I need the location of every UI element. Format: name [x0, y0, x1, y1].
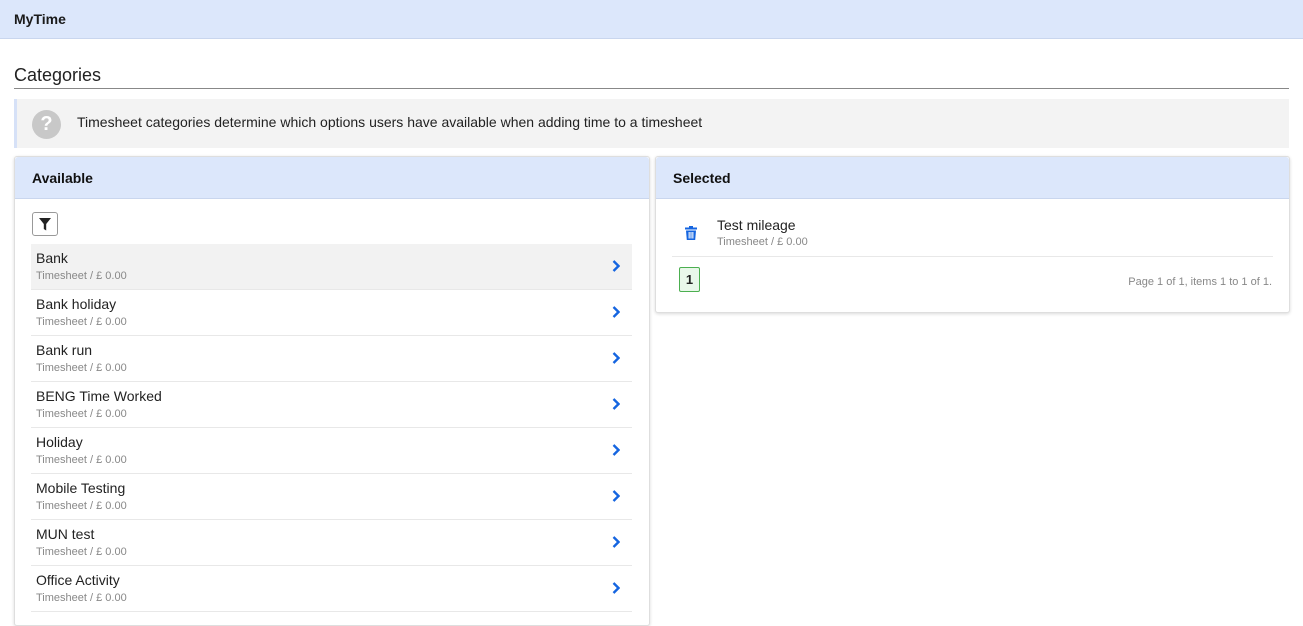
chevron-right-icon[interactable] — [612, 306, 620, 318]
item-meta: Timesheet / £ 0.00 — [36, 546, 127, 558]
list-item[interactable]: MUN test Timesheet / £ 0.00 — [31, 520, 632, 566]
item-name: Holiday — [36, 434, 83, 450]
info-text: Timesheet categories determine which opt… — [77, 114, 703, 130]
item-name: BENG Time Worked — [36, 388, 162, 404]
info-banner: ? Timesheet categories determine which o… — [14, 99, 1289, 148]
page-title: Categories — [14, 65, 102, 85]
item-name: Bank — [36, 250, 68, 266]
item-meta: Timesheet / £ 0.00 — [36, 362, 127, 374]
item-name: Bank holiday — [36, 296, 117, 312]
trash-icon[interactable] — [685, 226, 697, 240]
list-item[interactable]: Bank run Timesheet / £ 0.00 — [31, 336, 632, 382]
chevron-right-icon[interactable] — [612, 536, 620, 548]
list-item[interactable]: Holiday Timesheet / £ 0.00 — [31, 428, 632, 474]
item-name: Test mileage — [717, 217, 796, 233]
item-meta: Timesheet / £ 0.00 — [36, 316, 127, 328]
available-list: Bank Timesheet / £ 0.00 Bank holiday Tim… — [31, 244, 632, 612]
selected-item: Test mileage Timesheet / £ 0.00 — [672, 204, 1273, 257]
item-name: Office Activity — [36, 572, 120, 588]
available-header: Available — [15, 157, 649, 199]
filter-icon — [39, 218, 51, 231]
top-bar: MyTime — [0, 0, 1303, 39]
selected-header: Selected — [656, 157, 1289, 199]
item-meta: Timesheet / £ 0.00 — [36, 592, 127, 604]
list-item[interactable]: Bank holiday Timesheet / £ 0.00 — [31, 290, 632, 336]
item-meta: Timesheet / £ 0.00 — [36, 454, 127, 466]
chevron-right-icon[interactable] — [612, 490, 620, 502]
chevron-right-icon[interactable] — [612, 260, 620, 272]
list-item[interactable]: Office Activity Timesheet / £ 0.00 — [31, 566, 632, 612]
title-divider — [14, 88, 1289, 89]
list-item[interactable]: Bank Timesheet / £ 0.00 — [31, 244, 632, 290]
selected-panel: Selected Test mileage Timesheet / £ 0.00… — [655, 156, 1290, 313]
item-meta: Timesheet / £ 0.00 — [36, 270, 127, 282]
item-name: Bank run — [36, 342, 93, 358]
item-name: Mobile Testing — [36, 480, 126, 496]
item-meta: Timesheet / £ 0.00 — [36, 408, 127, 420]
list-item[interactable]: BENG Time Worked Timesheet / £ 0.00 — [31, 382, 632, 428]
chevron-right-icon[interactable] — [612, 582, 620, 594]
chevron-right-icon[interactable] — [612, 398, 620, 410]
item-name: MUN test — [36, 526, 95, 542]
help-icon: ? — [32, 110, 61, 139]
pager-summary: Page 1 of 1, items 1 to 1 of 1. — [1128, 276, 1272, 288]
item-meta: Timesheet / £ 0.00 — [717, 236, 808, 248]
page-1-button[interactable]: 1 — [679, 267, 700, 292]
chevron-right-icon[interactable] — [612, 444, 620, 456]
chevron-right-icon[interactable] — [612, 352, 620, 364]
app-title: MyTime — [14, 11, 66, 27]
item-meta: Timesheet / £ 0.00 — [36, 500, 127, 512]
filter-button[interactable] — [32, 212, 58, 236]
list-item[interactable]: Mobile Testing Timesheet / £ 0.00 — [31, 474, 632, 520]
available-panel: Available Bank Timesheet / £ 0.00 Bank h… — [14, 156, 650, 626]
